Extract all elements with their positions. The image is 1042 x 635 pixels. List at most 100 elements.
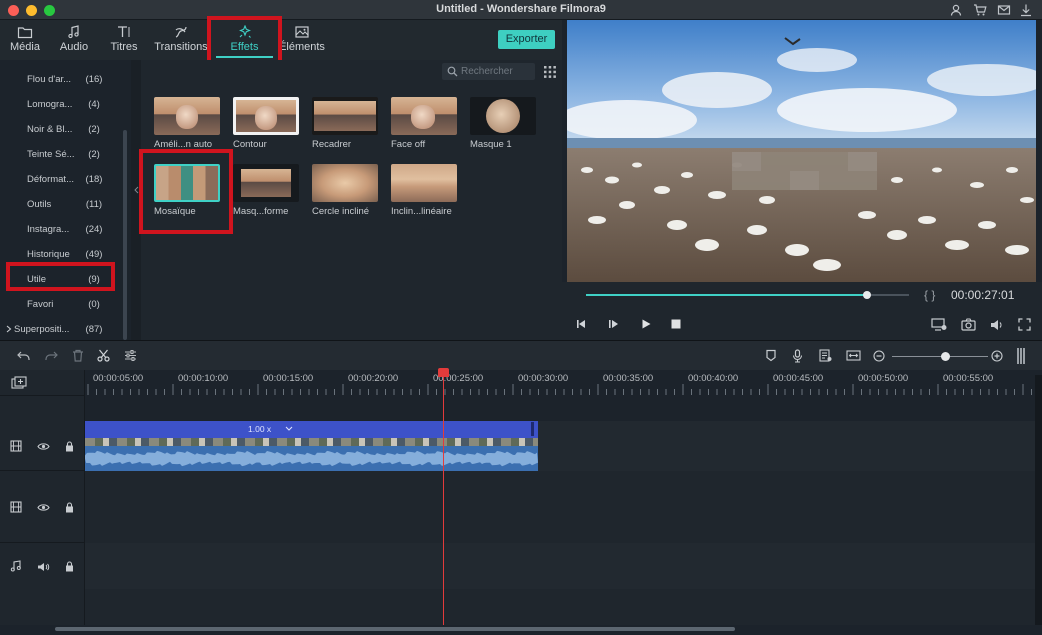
tab-audio-label: Audio bbox=[59, 41, 89, 53]
zoom-in-icon[interactable] bbox=[991, 350, 1003, 362]
render-preview-icon[interactable] bbox=[931, 318, 947, 331]
eye-visibility-icon[interactable] bbox=[37, 442, 50, 451]
adjust-sliders-icon[interactable] bbox=[124, 349, 137, 362]
effect-tile-inclinaison-lineaire[interactable]: Inclin...linéaire bbox=[391, 164, 457, 217]
undo-icon[interactable] bbox=[17, 350, 31, 362]
category-favori[interactable]: Favori (0) bbox=[0, 291, 120, 316]
effect-tile-recadrer[interactable]: Recadrer bbox=[312, 97, 378, 150]
ruler-tick-label: 00:00:55:00 bbox=[943, 373, 994, 384]
category-count: (18) bbox=[85, 174, 103, 185]
category-instagram[interactable]: Instagra... (24) bbox=[0, 216, 120, 241]
category-outils[interactable]: Outils (11) bbox=[0, 191, 120, 216]
effect-tile-amelioration-auto[interactable]: Améli...n auto bbox=[154, 97, 220, 150]
lock-icon[interactable] bbox=[65, 441, 74, 452]
highlight-mosaique-effect bbox=[139, 149, 233, 234]
playhead[interactable] bbox=[438, 368, 449, 625]
download-icon[interactable] bbox=[1019, 3, 1033, 17]
category-teinte-sepia[interactable]: Teinte Sé... (2) bbox=[0, 141, 120, 166]
tab-media-label: Média bbox=[10, 41, 40, 53]
effect-label: Cercle incliné bbox=[312, 206, 370, 217]
previous-frame-icon[interactable] bbox=[576, 318, 588, 330]
category-lomographie[interactable]: Lomogra... (4) bbox=[0, 91, 120, 116]
zoom-slider-handle[interactable] bbox=[941, 352, 951, 361]
effect-thumbnail bbox=[312, 164, 378, 202]
music-note-icon bbox=[68, 25, 79, 39]
category-count: (4) bbox=[88, 99, 100, 110]
tab-media[interactable]: Média bbox=[4, 20, 46, 60]
zoom-slider[interactable] bbox=[892, 356, 988, 357]
fullscreen-icon[interactable] bbox=[1018, 318, 1031, 331]
effect-tile-cercle-incline[interactable]: Cercle incliné bbox=[312, 164, 378, 217]
category-count: (2) bbox=[88, 124, 100, 135]
tab-titles[interactable]: Titres bbox=[104, 20, 144, 60]
category-deformation[interactable]: Déformat... (18) bbox=[0, 166, 120, 191]
zoom-out-icon[interactable] bbox=[873, 350, 885, 362]
video-track-2[interactable] bbox=[85, 471, 1035, 543]
stop-icon[interactable] bbox=[670, 318, 682, 330]
chevron-down-icon[interactable] bbox=[285, 426, 293, 432]
clip-audio-waveform bbox=[85, 446, 538, 471]
video-preview[interactable] bbox=[567, 20, 1036, 282]
voiceover-audio-icon[interactable] bbox=[819, 349, 832, 362]
playback-scrubber[interactable] bbox=[863, 291, 871, 299]
playback-progress-track[interactable] bbox=[586, 294, 909, 296]
effect-thumbnail bbox=[233, 164, 299, 202]
fit-to-timeline-icon[interactable] bbox=[846, 350, 861, 361]
category-flou[interactable]: Flou d'ar... (16) bbox=[0, 66, 120, 91]
microphone-icon[interactable] bbox=[792, 349, 803, 363]
play-pause-toggle-icon[interactable] bbox=[608, 318, 620, 330]
snapshot-camera-icon[interactable] bbox=[961, 318, 976, 331]
search-input[interactable]: Rechercher bbox=[442, 63, 535, 80]
video-track-icon bbox=[10, 440, 22, 452]
category-name: Flou d'ar... bbox=[27, 74, 72, 85]
add-track-icon[interactable] bbox=[11, 376, 27, 389]
category-name: Lomogra... bbox=[27, 99, 73, 110]
marker-icon[interactable] bbox=[765, 349, 777, 362]
tab-audio[interactable]: Audio bbox=[56, 20, 92, 60]
sidebar-scrollbar[interactable] bbox=[123, 130, 127, 340]
effect-tile-masque-1[interactable]: Masque 1 bbox=[470, 97, 536, 150]
effect-tile-masque-forme[interactable]: Masq...forme bbox=[233, 164, 299, 217]
effect-thumbnail bbox=[154, 97, 220, 135]
category-superpositions[interactable]: Superpositi... (87) bbox=[0, 316, 120, 341]
filmora-window: Untitled - Wondershare Filmora9 Média Au… bbox=[0, 0, 1042, 635]
effect-tile-contour[interactable]: Contour bbox=[233, 97, 299, 150]
category-noir-blanc[interactable]: Noir & Bl... (2) bbox=[0, 116, 120, 141]
mark-in-out-icon[interactable]: { } bbox=[924, 288, 935, 302]
cart-icon[interactable] bbox=[973, 3, 987, 17]
timeline-vertical-scrollbar[interactable] bbox=[1035, 375, 1042, 625]
effect-thumbnail bbox=[470, 97, 536, 135]
effect-label: Face off bbox=[391, 139, 426, 150]
grid-view-icon[interactable] bbox=[544, 66, 556, 78]
eye-visibility-icon[interactable] bbox=[37, 503, 50, 512]
category-count: (0) bbox=[88, 299, 100, 310]
volume-icon[interactable] bbox=[990, 319, 1004, 331]
scissors-icon[interactable] bbox=[97, 349, 110, 362]
effect-thumbnail bbox=[233, 97, 299, 135]
export-button[interactable]: Exporter bbox=[498, 30, 555, 49]
panel-grip-icon[interactable] bbox=[1016, 348, 1026, 364]
category-name: Historique bbox=[27, 249, 70, 260]
timeline-horizontal-scrollbar[interactable] bbox=[55, 627, 735, 631]
highlight-utile-category bbox=[6, 262, 115, 291]
audio-track[interactable] bbox=[85, 543, 1035, 589]
timeline-ruler[interactable]: 00:00:05:00 00:00:10:00 00:00:15:00 00:00:2… bbox=[85, 370, 1035, 395]
effect-thumbnail bbox=[391, 164, 457, 202]
player-controls: { } 00:00:27:01 bbox=[562, 282, 1042, 340]
lock-icon[interactable] bbox=[65, 561, 74, 572]
playhead-handle[interactable] bbox=[438, 368, 449, 377]
play-icon[interactable] bbox=[640, 318, 652, 330]
video-clip[interactable]: 1.00 x bbox=[85, 421, 538, 471]
lock-icon[interactable] bbox=[65, 502, 74, 513]
speaker-mute-icon[interactable] bbox=[37, 562, 50, 572]
category-count: (87) bbox=[85, 324, 103, 335]
clip-filmstrip bbox=[85, 438, 538, 446]
redo-icon[interactable] bbox=[44, 350, 58, 362]
window-title: Untitled - Wondershare Filmora9 bbox=[436, 3, 606, 15]
tab-transitions[interactable]: Transitions bbox=[151, 20, 211, 60]
delete-trash-icon[interactable] bbox=[72, 349, 84, 362]
tab-elements[interactable]: Éléments bbox=[278, 20, 326, 60]
account-icon[interactable] bbox=[949, 3, 963, 17]
effect-tile-face-off[interactable]: Face off bbox=[391, 97, 457, 150]
message-icon[interactable] bbox=[997, 3, 1011, 17]
